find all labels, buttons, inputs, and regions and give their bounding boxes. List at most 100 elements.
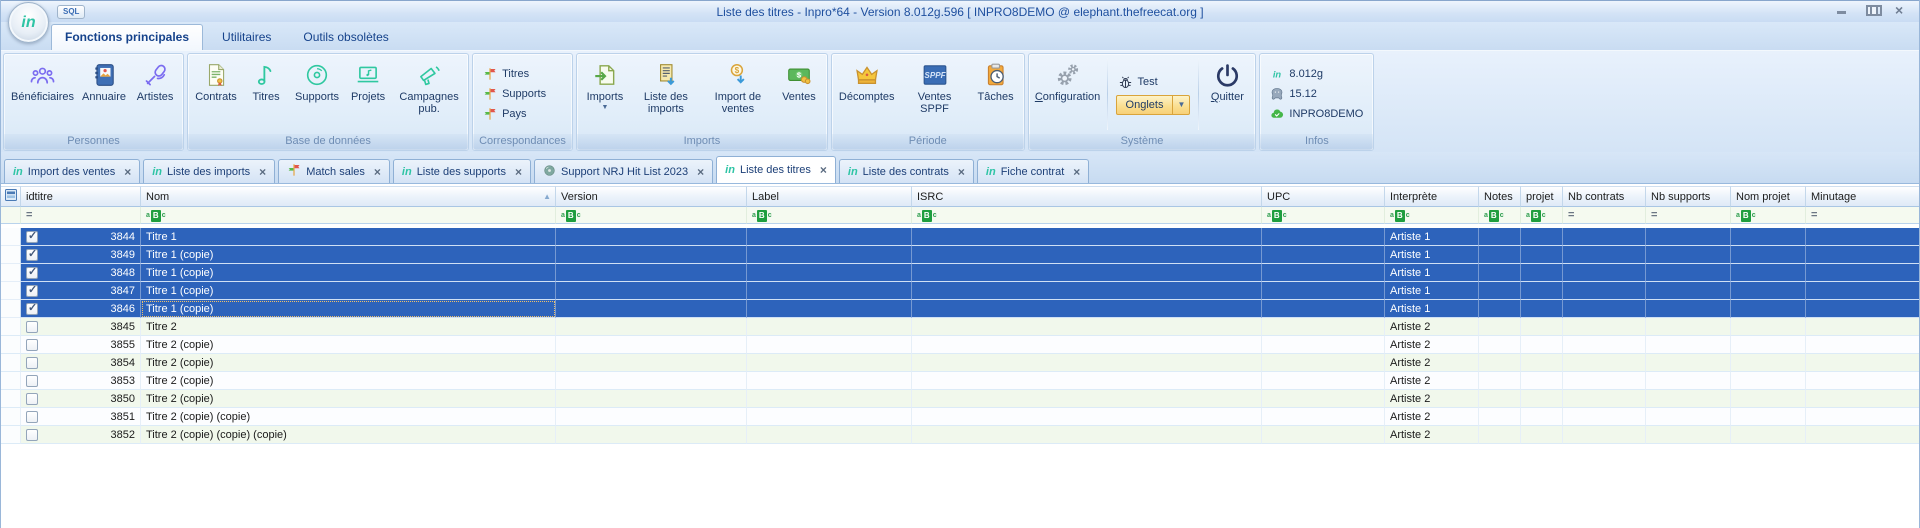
checkbox-checked-icon[interactable] — [26, 231, 38, 243]
minimize-icon[interactable] — [1835, 5, 1849, 16]
column-header-nb-supports[interactable]: Nb supports — [1646, 186, 1731, 207]
ribbon-button-test[interactable]: Test — [1116, 74, 1191, 91]
checkbox-checked-icon[interactable] — [26, 303, 38, 315]
column-header-version[interactable]: Version — [556, 186, 747, 207]
ribbon-tab-fonctions-principales[interactable]: Fonctions principales — [51, 24, 203, 50]
close-icon[interactable]: × — [515, 167, 522, 177]
grid-row-3854[interactable]: 3854Titre 2 (copie)Artiste 2 — [1, 354, 1920, 372]
grid-row-3844[interactable]: 3844Titre 1Artiste 1 — [1, 228, 1920, 246]
checkbox-unchecked-icon[interactable] — [26, 321, 38, 333]
filter-cell-notes[interactable]: aBc — [1479, 207, 1521, 224]
ribbon-tab-outils-obsoletes[interactable]: Outils obsolètes — [290, 25, 401, 50]
close-icon[interactable]: × — [1073, 167, 1080, 177]
close-icon[interactable]: × — [259, 167, 266, 177]
column-header-nb-contrats[interactable]: Nb contrats — [1563, 186, 1646, 207]
chevron-down-icon[interactable]: ▼ — [1172, 96, 1189, 114]
grid-row-3855[interactable]: 3855Titre 2 (copie)Artiste 2 — [1, 336, 1920, 354]
column-header-notes[interactable]: Notes — [1479, 186, 1521, 207]
checkbox-checked-icon[interactable] — [26, 267, 38, 279]
filter-cell-nb_supports[interactable]: = — [1646, 207, 1731, 224]
ribbon-button-annuaire[interactable]: Annuaire — [78, 55, 130, 133]
close-icon[interactable]: × — [820, 165, 827, 175]
ribbon-button-configuration[interactable]: Configuration — [1032, 55, 1104, 133]
grid-row-3847[interactable]: 3847Titre 1 (copie)Artiste 1 — [1, 282, 1920, 300]
ribbon-button-8-012g[interactable]: in8.012g — [1268, 66, 1365, 82]
ribbon-button-pays[interactable]: Pays — [481, 106, 548, 122]
column-header-upc[interactable]: UPC — [1262, 186, 1385, 207]
document-tab-liste-des-imports[interactable]: inListe des imports× — [143, 159, 275, 183]
filter-cell-nom[interactable]: aBc — [141, 207, 556, 224]
filter-cell-upc[interactable]: aBc — [1262, 207, 1385, 224]
grid-row-3853[interactable]: 3853Titre 2 (copie)Artiste 2 — [1, 372, 1920, 390]
column-header-indicator[interactable] — [1, 186, 21, 207]
ribbon-button-ventes[interactable]: $Ventes — [774, 55, 824, 133]
filter-cell-projet[interactable]: aBc — [1521, 207, 1563, 224]
ribbon-button-import-de-ventes[interactable]: $Import de ventes — [702, 55, 774, 133]
close-icon[interactable]: × — [958, 167, 965, 177]
restore-icon[interactable] — [1865, 5, 1879, 16]
ribbon-button-inpro8demo[interactable]: INPRO8DEMO — [1268, 106, 1365, 122]
column-header-nom[interactable]: Nom▲ — [141, 186, 556, 207]
app-menu-orb[interactable]: in — [8, 2, 49, 43]
column-header-nom-projet[interactable]: Nom projet — [1731, 186, 1806, 207]
ribbon-button-imports[interactable]: Imports▼ — [580, 55, 630, 133]
filter-cell-nom_projet[interactable]: aBc — [1731, 207, 1806, 224]
document-tab-liste-des-titres[interactable]: inListe des titres× — [716, 156, 836, 183]
ribbon-button-quitter[interactable]: Quitter — [1202, 55, 1252, 133]
document-tab-match-sales[interactable]: Match sales× — [278, 159, 390, 183]
column-header-idtitre[interactable]: idtitre — [21, 186, 141, 207]
grid-row-3851[interactable]: 3851Titre 2 (copie) (copie)Artiste 2 — [1, 408, 1920, 426]
checkbox-checked-icon[interactable] — [26, 285, 38, 297]
close-icon[interactable]: × — [124, 167, 131, 177]
ribbon-button-projets[interactable]: Projets — [343, 55, 393, 133]
filter-cell-isrc[interactable]: aBc — [912, 207, 1262, 224]
close-icon[interactable]: × — [374, 167, 381, 177]
grid-row-3850[interactable]: 3850Titre 2 (copie)Artiste 2 — [1, 390, 1920, 408]
checkbox-unchecked-icon[interactable] — [26, 411, 38, 423]
ribbon-button-beneficiaires[interactable]: Bénéficiaires — [7, 55, 78, 133]
filter-cell-nb_contrats[interactable]: = — [1563, 207, 1646, 224]
filter-cell-interprete[interactable]: aBc — [1385, 207, 1479, 224]
filter-cell-version[interactable]: aBc — [556, 207, 747, 224]
document-tab-import-des-ventes[interactable]: inImport des ventes× — [4, 159, 140, 183]
sql-quick-access-button[interactable]: SQL — [57, 5, 85, 19]
ribbon-button-titres[interactable]: Titres — [241, 55, 291, 133]
ribbon-button-15-12[interactable]: 15.12 — [1268, 86, 1365, 102]
grid-row-3849[interactable]: 3849Titre 1 (copie)Artiste 1 — [1, 246, 1920, 264]
document-tab-fiche-contrat[interactable]: inFiche contrat× — [977, 159, 1089, 183]
checkbox-unchecked-icon[interactable] — [26, 375, 38, 387]
filter-cell-label[interactable]: aBc — [747, 207, 912, 224]
column-header-isrc[interactable]: ISRC — [912, 186, 1262, 207]
document-tab-liste-des-supports[interactable]: inListe des supports× — [393, 159, 531, 183]
ribbon-button-ventes-sppf[interactable]: SPPFVentes SPPF — [899, 55, 971, 133]
checkbox-unchecked-icon[interactable] — [26, 393, 38, 405]
ribbon-button-titres[interactable]: Titres — [481, 66, 548, 82]
ribbon-button-taches[interactable]: Tâches — [971, 55, 1021, 133]
filter-cell-idtitre[interactable]: = — [21, 207, 141, 224]
close-icon[interactable]: × — [697, 167, 704, 177]
document-tab-liste-des-contrats[interactable]: inListe des contrats× — [839, 159, 974, 183]
ribbon-button-decomptes[interactable]: Décomptes — [835, 55, 899, 133]
column-header-label[interactable]: Label — [747, 186, 912, 207]
ribbon-button-liste-des-imports[interactable]: Liste des imports — [630, 55, 702, 133]
ribbon-button-supports[interactable]: Supports — [291, 55, 343, 133]
ribbon-button-artistes[interactable]: Artistes — [130, 55, 180, 133]
grid-row-3848[interactable]: 3848Titre 1 (copie)Artiste 1 — [1, 264, 1920, 282]
grid-row-3852[interactable]: 3852Titre 2 (copie) (copie) (copie)Artis… — [1, 426, 1920, 444]
filter-cell-minutage[interactable]: = — [1806, 207, 1920, 224]
checkbox-unchecked-icon[interactable] — [26, 357, 38, 369]
document-tab-support-nrj-hit-list-2023[interactable]: Support NRJ Hit List 2023× — [534, 159, 713, 183]
column-header-minutage[interactable]: Minutage — [1806, 186, 1920, 207]
ribbon-button-onglets[interactable]: Onglets▼ — [1116, 95, 1191, 115]
grid-row-3845[interactable]: 3845Titre 2Artiste 2 — [1, 318, 1920, 336]
checkbox-unchecked-icon[interactable] — [26, 339, 38, 351]
ribbon-button-campagnes-pub[interactable]: Campagnes pub. — [393, 55, 465, 133]
column-header-interprete[interactable]: Interprète — [1385, 186, 1479, 207]
ribbon-tab-utilitaires[interactable]: Utilitaires — [209, 25, 284, 50]
checkbox-checked-icon[interactable] — [26, 249, 38, 261]
checkbox-unchecked-icon[interactable] — [26, 429, 38, 441]
close-icon[interactable]: × — [1895, 5, 1909, 16]
grid-row-3846[interactable]: 3846Titre 1 (copie)Artiste 1 — [1, 300, 1920, 318]
ribbon-button-supports[interactable]: Supports — [481, 86, 548, 102]
ribbon-button-contrats[interactable]: Contrats — [191, 55, 241, 133]
